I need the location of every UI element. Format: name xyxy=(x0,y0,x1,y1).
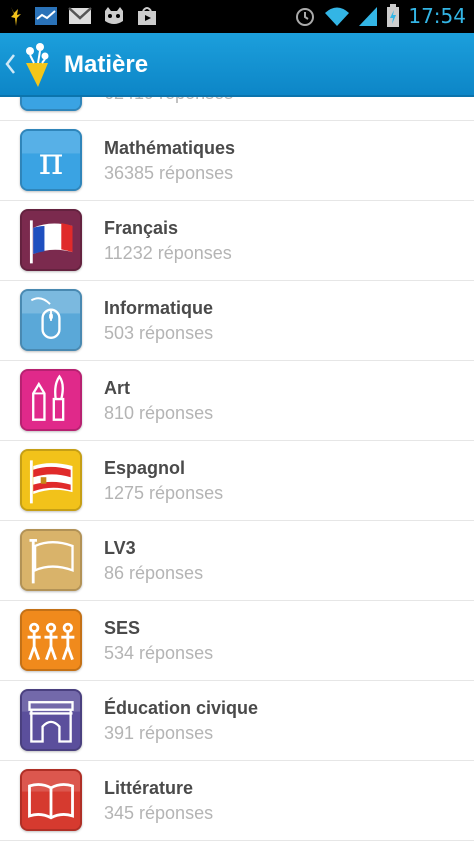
flag-icon xyxy=(20,529,82,591)
subject-list[interactable]: π8 62419 réponses π Mathématiques 36385 … xyxy=(0,97,474,842)
subject-item-6[interactable]: LV3 86 réponses xyxy=(0,521,474,601)
response-count: 810 réponses xyxy=(104,403,214,423)
subject-item-3[interactable]: Informatique 503 réponses xyxy=(0,281,474,361)
subject-name: Français xyxy=(104,218,179,238)
subject-item-8[interactable]: Éducation civique 391 réponses xyxy=(0,681,474,761)
shop-bag-icon xyxy=(138,7,156,25)
subject-name: Mathématiques xyxy=(104,138,236,158)
book-icon xyxy=(20,769,82,831)
subject-name: LV3 xyxy=(104,538,136,558)
response-count: 36385 réponses xyxy=(104,163,234,183)
subject-name: Littérature xyxy=(104,778,194,798)
subject-item-9[interactable]: Littérature 345 réponses xyxy=(0,761,474,841)
subject-item-1[interactable]: π Mathématiques 36385 réponses xyxy=(0,121,474,201)
app-notification-icon xyxy=(11,7,21,26)
arch-icon xyxy=(20,689,82,751)
response-count: 503 réponses xyxy=(104,323,214,343)
svg-text:π: π xyxy=(39,139,64,183)
subject-item-0[interactable]: π8 62419 réponses xyxy=(0,97,474,121)
subject-name: SES xyxy=(104,618,141,638)
subject-name: Art xyxy=(104,378,130,398)
subject-name: Espagnol xyxy=(104,458,186,478)
subject-item-7[interactable]: SES 534 réponses xyxy=(0,601,474,681)
paintbrush-icon xyxy=(20,369,82,431)
alarm-icon xyxy=(296,8,315,26)
subject-name: Éducation civique xyxy=(104,698,259,718)
subject-name: Informatique xyxy=(104,298,214,318)
back-chevron-icon[interactable] xyxy=(4,51,16,77)
response-count: 11232 réponses xyxy=(104,243,232,263)
pi8-icon: π8 xyxy=(20,97,82,111)
mouse-icon xyxy=(20,289,82,351)
response-count: 86 réponses xyxy=(104,563,204,583)
pi-icon: π xyxy=(20,129,82,191)
subject-list-content: π8 62419 réponses π Mathématiques 36385 … xyxy=(0,97,474,841)
chart-icon xyxy=(35,7,57,25)
wifi-icon xyxy=(325,7,350,26)
subject-item-2[interactable]: Français 11232 réponses xyxy=(0,201,474,281)
clock: 17:54 xyxy=(408,4,466,28)
response-count: 534 réponses xyxy=(104,643,214,663)
gmail-icon xyxy=(68,7,92,24)
people-icon xyxy=(20,609,82,671)
system-icons: 17:54 xyxy=(294,4,466,28)
subject-item-4[interactable]: Art 810 réponses xyxy=(0,361,474,441)
spanish-flag-icon xyxy=(20,449,82,511)
subject-item-5[interactable]: Espagnol 1275 réponses xyxy=(0,441,474,521)
notification-icons xyxy=(8,5,158,27)
battery-icon xyxy=(387,4,400,27)
response-count: 345 réponses xyxy=(104,803,214,823)
android-icon xyxy=(105,7,123,24)
action-bar: Matière xyxy=(0,33,474,97)
app-logo-icon[interactable] xyxy=(20,41,54,89)
status-bar: 17:54 xyxy=(0,0,474,33)
page-title: Matière xyxy=(64,51,149,78)
french-flag-icon xyxy=(20,209,82,271)
signal-icon xyxy=(359,7,378,26)
response-count: 1275 réponses xyxy=(104,483,224,503)
response-count: 62419 réponses xyxy=(104,97,233,104)
response-count: 391 réponses xyxy=(104,723,214,743)
